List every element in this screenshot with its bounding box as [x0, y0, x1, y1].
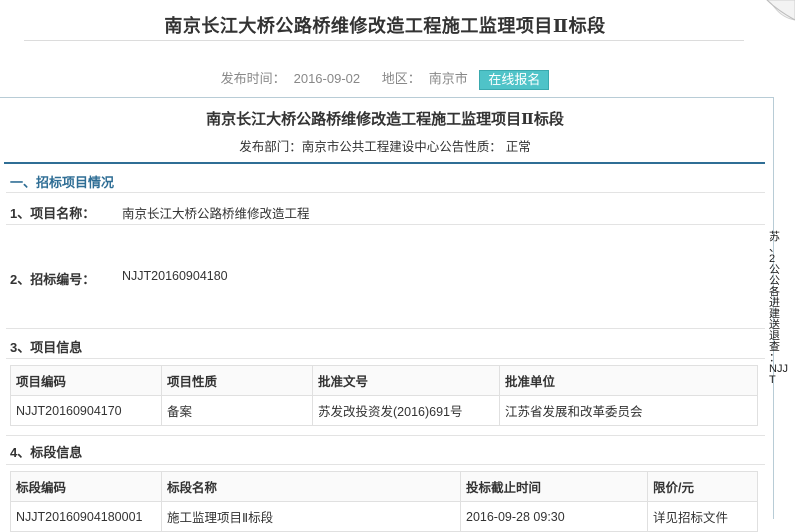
- title-divider: [24, 40, 744, 41]
- page-title: 南京长江大桥公路桥维修改造工程施工监理项目Ⅱ标段: [164, 16, 606, 36]
- page-curl-icon: [766, 0, 795, 21]
- table-header-row: 项目编码 项目性质 批准文号 批准单位: [10, 365, 758, 396]
- table-cell: 江苏省发展和改革委员会: [499, 395, 758, 426]
- online-signup-button[interactable]: 在线报名: [479, 69, 550, 90]
- table-row: NJJT20160904170 备案 苏发改投资发(2016)691号 江苏省发…: [10, 395, 758, 426]
- column-header: 标段编码: [10, 471, 162, 502]
- lot-info-table: 标段编码 标段名称 投标截止时间 限价/元 NJJT20160904180001…: [10, 471, 758, 532]
- column-header: 项目性质: [161, 365, 313, 396]
- section-divider: [4, 162, 765, 164]
- project-info-heading: 3、项目信息: [10, 340, 83, 355]
- nature-value: 正常: [505, 140, 531, 154]
- table-cell: 施工监理项目Ⅱ标段: [161, 501, 461, 532]
- column-header: 批准单位: [499, 365, 758, 396]
- side-char: NJJT: [769, 363, 788, 386]
- region-label: 地区：: [381, 71, 421, 86]
- project-name-label: 1、项目名称：: [10, 206, 96, 221]
- row-divider: [6, 358, 765, 359]
- row-divider: [6, 435, 765, 436]
- row-divider: [6, 328, 765, 329]
- meta-row: 发布时间： 2016-09-02 地区： 南京市 在线报名: [0, 68, 770, 90]
- document-subtitle: 发布部门：南京市公共工程建设中心公告性质： 正常: [0, 136, 770, 155]
- project-info-table: 项目编码 项目性质 批准文号 批准单位 NJJT20160904170 备案 苏…: [10, 365, 758, 426]
- document-title: 南京长江大桥公路桥维修改造工程施工监理项目Ⅱ标段: [206, 112, 564, 128]
- column-header: 批准文号: [312, 365, 500, 396]
- table-cell: 2016-09-28 09:30: [460, 501, 648, 532]
- table-cell: NJJT20160904180001: [10, 501, 162, 532]
- table-cell: NJJT20160904170: [10, 395, 162, 426]
- table-row: NJJT20160904180001 施工监理项目Ⅱ标段 2016-09-28 …: [10, 501, 758, 532]
- bid-number-label: 2、招标编号：: [10, 272, 96, 287]
- row-divider: [6, 464, 765, 465]
- section-title-bid-project: 一、招标项目情况: [10, 175, 115, 190]
- table-cell: 苏发改投资发(2016)691号: [312, 395, 500, 426]
- column-header: 限价/元: [647, 471, 758, 502]
- column-header: 项目编码: [10, 365, 162, 396]
- publish-time-label: 发布时间：: [220, 71, 286, 86]
- column-header: 标段名称: [161, 471, 461, 502]
- announcement-frame: 南京长江大桥公路桥维修改造工程施工监理项目Ⅱ标段 发布部门：南京市公共工程建设中…: [0, 97, 774, 532]
- project-name-value: 南京长江大桥公路桥维修改造工程: [122, 207, 310, 221]
- bid-number-value: NJJT20160904180: [122, 269, 228, 283]
- lot-info-heading: 4、标段信息: [10, 445, 83, 460]
- nature-label: 公告性质：: [439, 140, 502, 154]
- dept-label: 发布部门：: [239, 140, 302, 154]
- publish-time-value: 2016-09-02: [293, 71, 361, 86]
- column-header: 投标截止时间: [460, 471, 648, 502]
- region-value: 南京市: [428, 71, 468, 86]
- table-cell: 详见招标文件: [647, 501, 758, 532]
- row-divider: [6, 224, 765, 225]
- table-cell: 备案: [161, 395, 313, 426]
- side-text-fragment: 苏 、 2 公 公 各 进 建 送 退 查 ： NJJT: [769, 232, 793, 386]
- table-header-row: 标段编码 标段名称 投标截止时间 限价/元: [10, 471, 758, 502]
- dept-value: 南京市公共工程建设中心: [301, 140, 440, 154]
- row-divider: [6, 192, 765, 193]
